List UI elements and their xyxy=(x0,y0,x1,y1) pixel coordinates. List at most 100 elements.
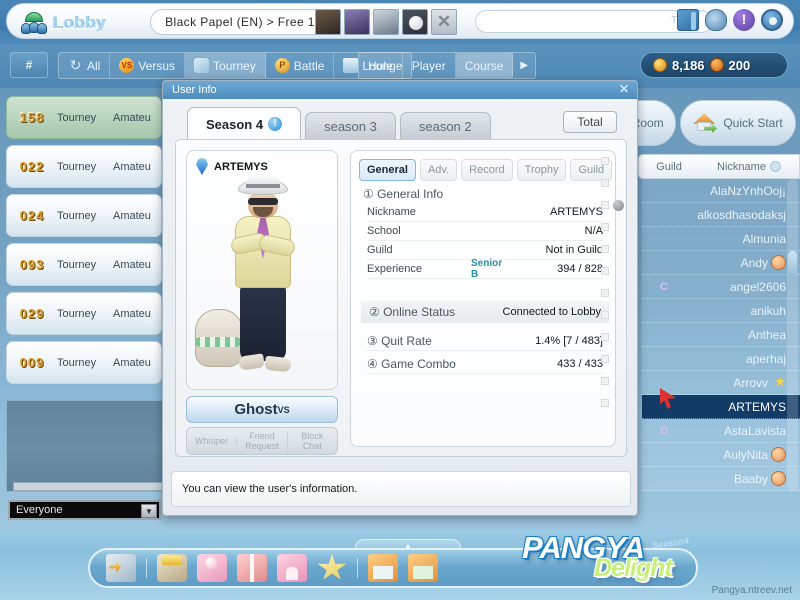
checkbox-icon[interactable] xyxy=(600,311,609,319)
checkbox-icon[interactable] xyxy=(600,223,609,231)
avatar-thumb-3[interactable] xyxy=(373,9,399,35)
quick-start-button[interactable]: Quick Start xyxy=(680,100,796,146)
filter-all[interactable]: ↻ All xyxy=(59,53,111,78)
close-icon[interactable]: ✕ xyxy=(431,9,457,35)
tab-record[interactable]: Record xyxy=(461,159,513,181)
avatar-thumb-1[interactable] xyxy=(315,9,341,35)
avatar-thumb-2[interactable] xyxy=(344,9,370,35)
room-row[interactable]: 029 Tourney Amateu xyxy=(6,292,162,335)
whisper-button[interactable]: Whisper xyxy=(187,436,238,446)
checkbox-icon[interactable] xyxy=(600,267,609,275)
list-item[interactable]: aperhaj xyxy=(642,347,800,371)
tab-general[interactable]: General xyxy=(359,159,416,181)
tab-adv[interactable]: Adv. xyxy=(419,159,458,181)
room-mode: Tourney xyxy=(57,111,97,124)
list-item[interactable]: C angel2606 xyxy=(642,275,800,299)
checkbox-icon[interactable] xyxy=(600,333,609,341)
room-row[interactable]: 022 Tourney Amateu xyxy=(6,145,162,188)
sort-course-label: Course xyxy=(464,58,504,73)
house-swap-icon[interactable] xyxy=(408,554,438,582)
list-item[interactable]: anikuh xyxy=(642,299,800,323)
close-icon[interactable]: ✕ xyxy=(617,83,631,97)
room-number-button[interactable]: # xyxy=(10,52,48,78)
total-button[interactable]: Total xyxy=(563,111,617,133)
room-row[interactable]: 158 Tourney Amateu xyxy=(6,96,162,139)
chat-scrollbar[interactable] xyxy=(13,482,164,491)
checkbox-icon[interactable] xyxy=(600,157,609,165)
dialog-title-bar[interactable]: User Info ✕ xyxy=(163,81,637,99)
list-item[interactable]: Almunia xyxy=(642,227,800,251)
chevron-down-icon[interactable]: ▼ xyxy=(141,504,157,518)
room-row[interactable]: 009 Tourney Amateu xyxy=(6,341,162,384)
checkbox-icon[interactable] xyxy=(600,377,609,385)
list-item[interactable]: Andy xyxy=(642,251,800,275)
home-icon[interactable] xyxy=(277,554,307,582)
friend-request-button[interactable]: Friend Request xyxy=(237,431,288,451)
chat-scope-select[interactable]: Everyone ▼ xyxy=(8,500,161,520)
list-item[interactable]: alkosdhasodaksj xyxy=(642,203,800,227)
filter-versus-label: Versus xyxy=(138,58,176,73)
checkbox-icon[interactable] xyxy=(600,179,609,187)
book-icon[interactable] xyxy=(677,9,699,31)
player-nickname: AlaNzYnhOoj¡ xyxy=(709,183,786,198)
list-item[interactable]: Baaby xyxy=(642,467,800,491)
tab-trophy[interactable]: Trophy xyxy=(516,159,567,181)
block-chat-button[interactable]: Block Chat xyxy=(288,431,337,451)
room-list: 158 Tourney Amateu 022 Tourney Amateu 02… xyxy=(0,96,168,396)
server-path[interactable]: Black Papel (EN) > Free 1 xyxy=(150,9,330,35)
player-nickname: aperhaj xyxy=(745,351,786,366)
tab-season-2-label: season 2 xyxy=(418,119,472,134)
pang-amount: 8,186 xyxy=(672,57,705,73)
list-item[interactable]: Arrovv ★ xyxy=(642,371,800,395)
gear-icon[interactable] xyxy=(761,9,783,31)
room-row[interactable]: 093 Tourney Amateu xyxy=(6,243,162,286)
notice-icon[interactable]: ! xyxy=(733,9,755,31)
snail-icon[interactable] xyxy=(705,9,727,31)
checkbox-icon[interactable] xyxy=(600,289,609,297)
row-key: Experience xyxy=(367,263,423,275)
scrollbar-thumb[interactable] xyxy=(788,251,797,279)
sort-next-arrow[interactable]: ▶ xyxy=(513,53,535,78)
tab-season-3[interactable]: season 3 xyxy=(305,112,396,140)
checkbox-icon[interactable] xyxy=(600,399,609,407)
ghost-vs-button[interactable]: Ghost VS xyxy=(186,396,338,423)
tab-season-2[interactable]: season 2 xyxy=(399,112,491,140)
player-list[interactable]: AlaNzYnhOoj¡ alkosdhasodaksj Almunia And… xyxy=(642,179,800,491)
player-nickname: AstaLavista xyxy=(723,423,786,438)
player-list-scrollbar[interactable] xyxy=(787,179,798,491)
avatar-nickname: ARTEMYS xyxy=(214,160,268,173)
header-guild[interactable]: Guild xyxy=(639,161,699,173)
star-icon[interactable] xyxy=(317,554,347,580)
sort-hole-label: Hole xyxy=(368,58,393,73)
golfball-icon[interactable] xyxy=(402,9,428,35)
sort-indicator-icon[interactable] xyxy=(769,160,781,172)
checkbox-icon[interactable] xyxy=(600,201,609,209)
filter-versus[interactable]: VS Versus xyxy=(110,53,186,78)
tab-season-4[interactable]: Season 4 ! xyxy=(187,107,302,140)
game-combo-row: ④ Game Combo 433 / 433 xyxy=(367,354,603,374)
sort-player[interactable]: Player xyxy=(403,53,456,78)
exit-icon[interactable] xyxy=(106,554,136,582)
room-number: 024 xyxy=(19,208,45,223)
card-icon[interactable] xyxy=(197,554,227,582)
list-item[interactable]: AulyNita xyxy=(642,443,800,467)
filter-battle[interactable]: P Battle xyxy=(266,53,335,78)
avatar-name-row: ARTEMYS xyxy=(196,158,268,175)
room-row[interactable]: 024 Tourney Amateu xyxy=(6,194,162,237)
list-item[interactable]: AlaNzYnhOoj¡ xyxy=(642,179,800,203)
house-buy-icon[interactable] xyxy=(368,554,398,582)
gift-icon[interactable] xyxy=(237,554,267,582)
checkbox-icon[interactable] xyxy=(600,355,609,363)
quick-start-label: Quick Start xyxy=(723,116,783,130)
sort-hole[interactable]: Hole xyxy=(359,53,403,78)
header-nickname[interactable]: Nickname xyxy=(699,160,799,173)
sort-course[interactable]: Course xyxy=(455,53,514,78)
filter-tourney[interactable]: Tourney xyxy=(185,53,266,78)
block-chat-label-2: Chat xyxy=(302,441,322,451)
checkbox-icon[interactable] xyxy=(600,245,609,253)
logo-season-text: Season4 xyxy=(651,535,690,551)
shop-icon[interactable] xyxy=(157,554,187,582)
dialog-resize-handle[interactable] xyxy=(613,200,624,211)
list-item[interactable]: Anthea xyxy=(642,323,800,347)
list-item[interactable]: D AstaLavista xyxy=(642,419,800,443)
